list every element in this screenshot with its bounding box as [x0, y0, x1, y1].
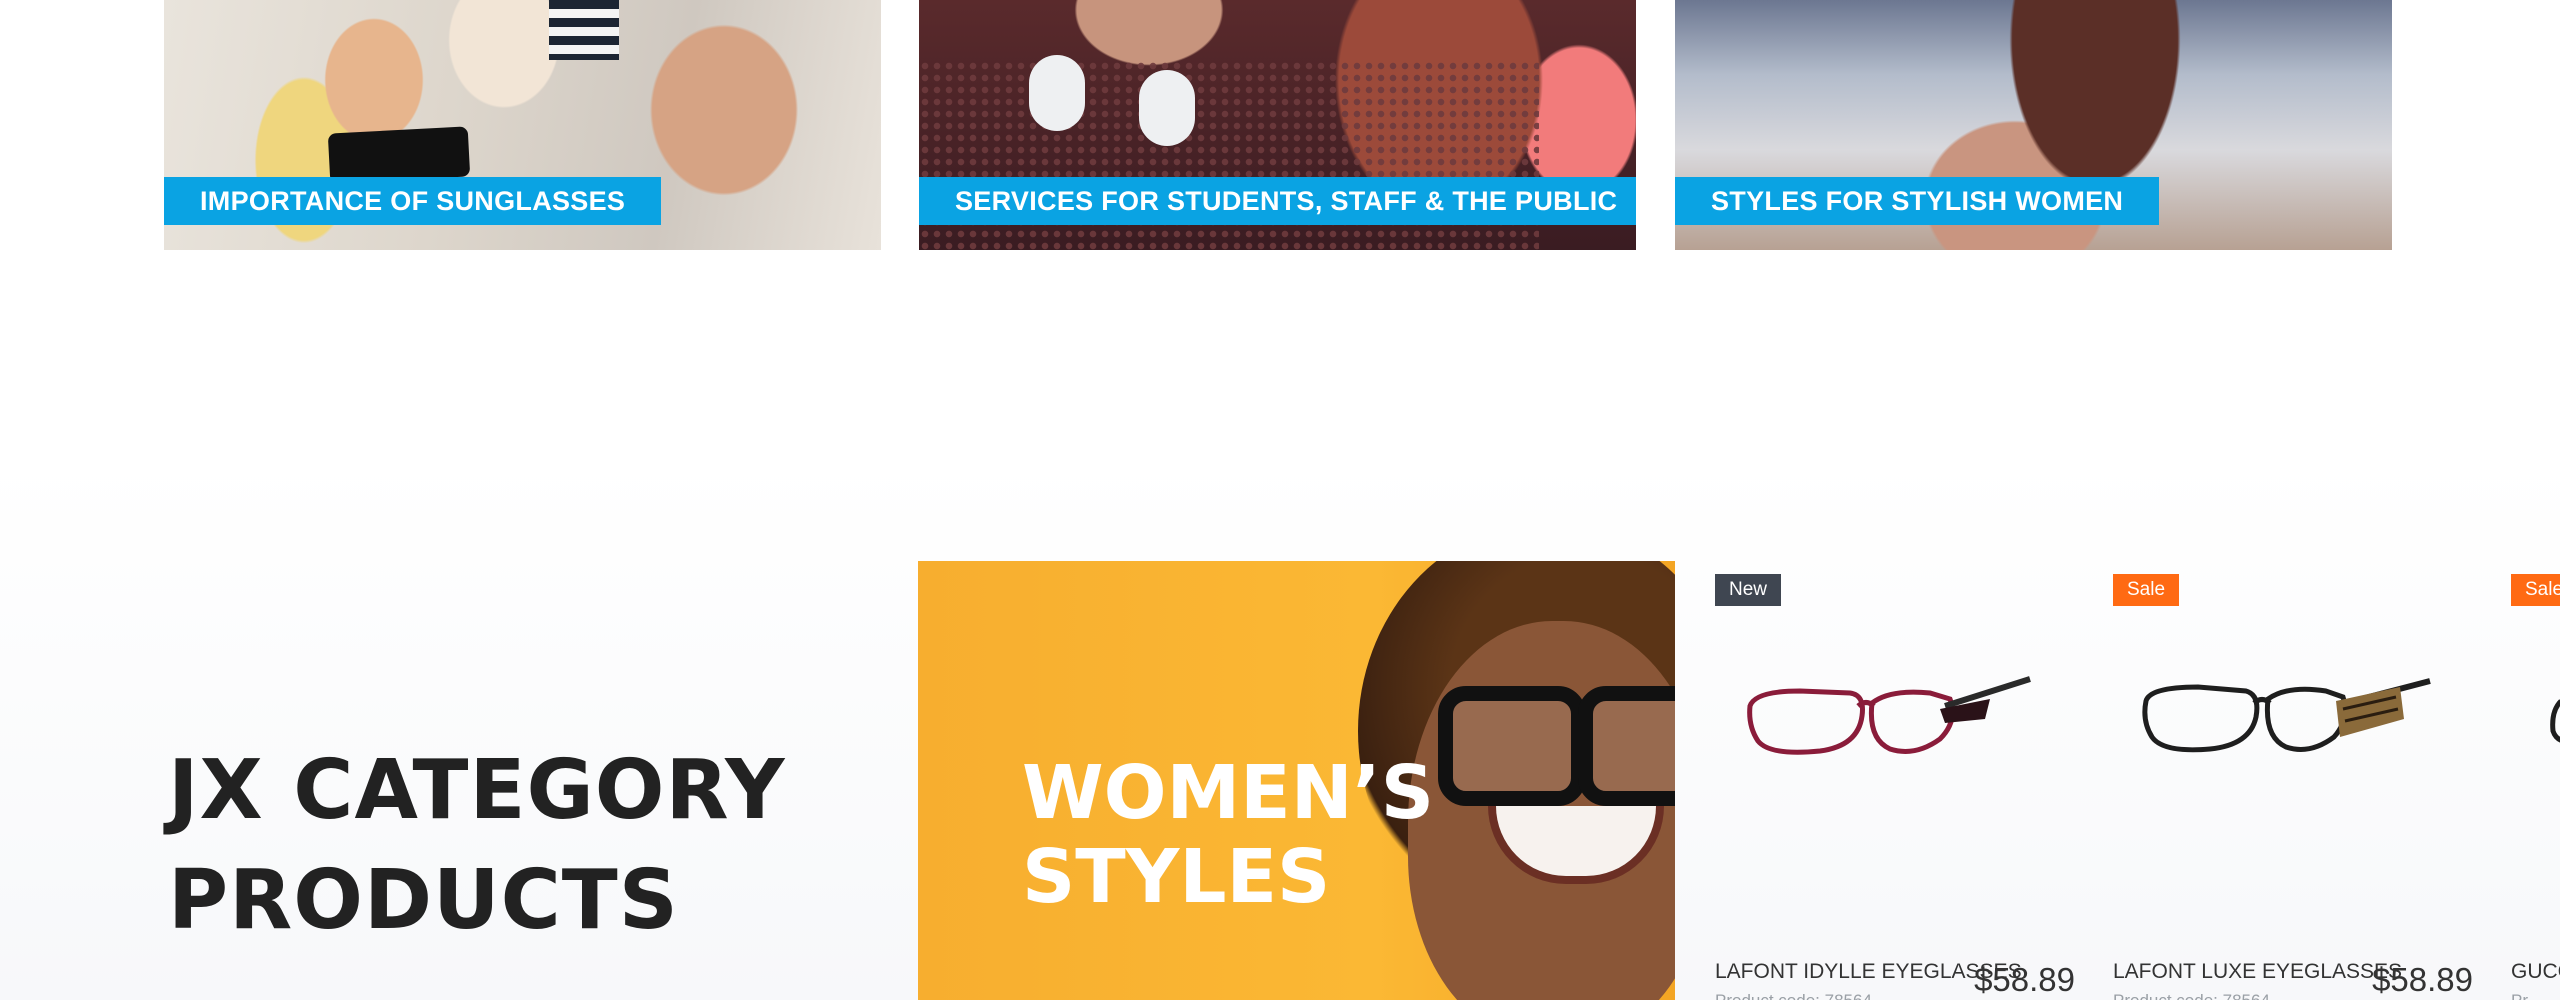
phone-shape [327, 126, 471, 184]
product-card[interactable]: Sale LAFONT LUXE EYEGLASSES $58.89 Produ… [2113, 561, 2473, 1000]
banner-caption: SERVICES FOR STUDENTS, STAFF & THE PUBLI… [919, 177, 1636, 225]
striped-shirt-shape [549, 0, 619, 60]
promo-title-line-1: WOMEN’S [1022, 750, 1435, 836]
banner-importance-of-sunglasses[interactable]: IMPORTANCE OF SUNGLASSES [164, 0, 881, 250]
banner-caption: STYLES FOR STYLISH WOMEN [1675, 177, 2160, 225]
headphone-right-shape [1139, 70, 1195, 146]
product-code: Product code: 78564 [2113, 991, 2270, 1000]
product-code: Product code: 78564 [1715, 991, 1872, 1000]
eyeglasses-image[interactable] [2138, 661, 2438, 791]
badge-new: New [1715, 574, 1782, 606]
product-card[interactable]: New LAFONT IDYLLE EYEGLASSES $58.89 Prod… [1715, 561, 2075, 1000]
banner-services-for-students[interactable]: SERVICES FOR STUDENTS, STAFF & THE PUBLI… [919, 0, 1636, 250]
badge-sale: Sale [2113, 574, 2180, 606]
product-card[interactable]: Sale GUCCI Pr [2511, 561, 2560, 1000]
eyeglasses-image[interactable] [1740, 661, 2040, 791]
section-title: JX CATEGORY PRODUCTS [168, 736, 786, 956]
product-price: $58.89 [2372, 961, 2473, 998]
glasses-lens-right [1578, 686, 1675, 806]
product-code: Pr [2511, 991, 2528, 1000]
section-title-line-2: PRODUCTS [168, 853, 679, 948]
product-name[interactable]: LAFONT LUXE EYEGLASSES [2113, 960, 2402, 984]
headphone-left-shape [1029, 55, 1085, 131]
product-name[interactable]: GUCCI [2511, 960, 2560, 984]
badge-sale: Sale [2511, 574, 2560, 606]
womens-styles-promo[interactable]: WOMEN’S STYLES [918, 561, 1675, 1000]
eyeglasses-image[interactable] [2531, 681, 2560, 761]
section-title-line-1: JX CATEGORY [168, 743, 786, 838]
promo-title: WOMEN’S STYLES [1022, 751, 1434, 919]
glasses-lens-left [1438, 686, 1586, 806]
banner-styles-for-stylish-women[interactable]: STYLES FOR STYLISH WOMEN [1675, 0, 2392, 250]
product-price: $58.89 [1974, 961, 2075, 998]
banner-caption: IMPORTANCE OF SUNGLASSES [164, 177, 662, 225]
promo-title-line-2: STYLES [1022, 834, 1331, 920]
